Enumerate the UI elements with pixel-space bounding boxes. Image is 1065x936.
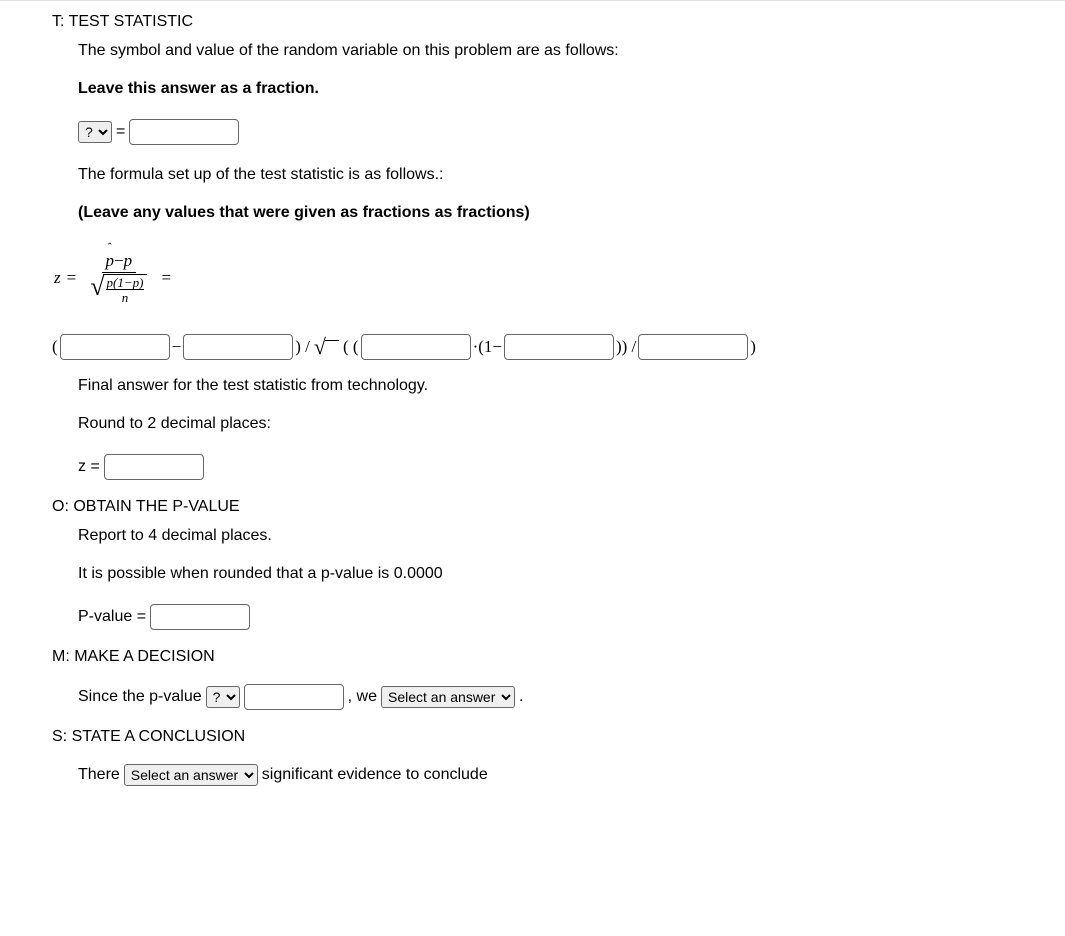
decision-row: Since the p-value ? , we Select an answe…: [78, 684, 1013, 710]
problem-container: T: TEST STATISTIC The symbol and value o…: [0, 0, 1065, 814]
t-line4: (Leave any values that were given as fra…: [78, 201, 1013, 225]
decision-select[interactable]: Select an answer: [381, 686, 515, 708]
z-eq-label: z =: [78, 458, 100, 476]
compare-select[interactable]: ?: [206, 686, 240, 708]
t-line1: The symbol and value of the random varia…: [78, 39, 1013, 63]
t-line3: The formula set up of the test statistic…: [78, 163, 1013, 187]
p-symbol: p: [124, 251, 133, 271]
phat-input[interactable]: [60, 334, 170, 360]
t-line6: Round to 2 decimal places:: [78, 412, 1013, 436]
m-period: .: [519, 688, 523, 706]
section-t-title: T: TEST STATISTIC: [52, 13, 1013, 31]
z-final-row: z =: [78, 454, 1013, 480]
open-paren2: ( (: [343, 337, 359, 357]
section-o-title: O: OBTAIN THE P-VALUE: [52, 498, 1013, 516]
pvalue-input[interactable]: [150, 604, 250, 630]
section-s-title: S: STATE A CONCLUSION: [52, 728, 1013, 746]
conclusion-select[interactable]: Select an answer: [124, 764, 258, 786]
open-paren: (: [52, 337, 58, 357]
o-line1: Report to 4 decimal places.: [78, 524, 1013, 548]
p3-input[interactable]: [504, 334, 614, 360]
n-symbol: n: [122, 290, 129, 304]
pvalue-row: P-value =: [78, 604, 1013, 630]
sqrt-inline-icon: √: [314, 334, 339, 360]
equals-sign: =: [116, 123, 125, 141]
alpha-input[interactable]: [244, 684, 344, 710]
section-m-title: M: MAKE A DECISION: [52, 648, 1013, 666]
rv-symbol-select[interactable]: ?: [78, 121, 112, 143]
we-label: , we: [348, 688, 377, 706]
conclusion-row: There Select an answer significant evide…: [78, 764, 1013, 786]
there-label: There: [78, 766, 120, 784]
dot-1minus: ·(1−: [473, 337, 502, 357]
close-paren-final: ): [750, 337, 756, 357]
p-1mp: p(1−p): [106, 276, 145, 290]
conclusion-rest: significant evidence to conclude: [262, 766, 488, 784]
p2-input[interactable]: [361, 334, 471, 360]
close-div: ) /: [295, 337, 310, 357]
eq1: =: [67, 268, 77, 288]
z-final-input[interactable]: [104, 454, 204, 480]
p-hat: ˆp: [106, 251, 115, 271]
o-line2: It is possible when rounded that a p-val…: [78, 562, 1013, 586]
t-line5: Final answer for the test statistic from…: [78, 374, 1013, 398]
eq2: =: [161, 268, 171, 288]
t-line2: Leave this answer as a fraction.: [78, 77, 1013, 101]
rv-value-input[interactable]: [129, 119, 239, 145]
minus-op: −: [172, 337, 182, 357]
p-input[interactable]: [183, 334, 293, 360]
rv-input-row: ? =: [78, 119, 1013, 145]
close2-div: )) /: [616, 337, 636, 357]
z-formula: z = ˆp − p √ p(1−p) n =: [54, 251, 1013, 304]
n-input[interactable]: [638, 334, 748, 360]
calc-row: ( − ) / √ ( ( ·(1− )) / ): [52, 334, 1013, 360]
since-label: Since the p-value: [78, 688, 202, 706]
z-symbol: z: [54, 268, 61, 288]
pvalue-label: P-value =: [78, 608, 146, 626]
